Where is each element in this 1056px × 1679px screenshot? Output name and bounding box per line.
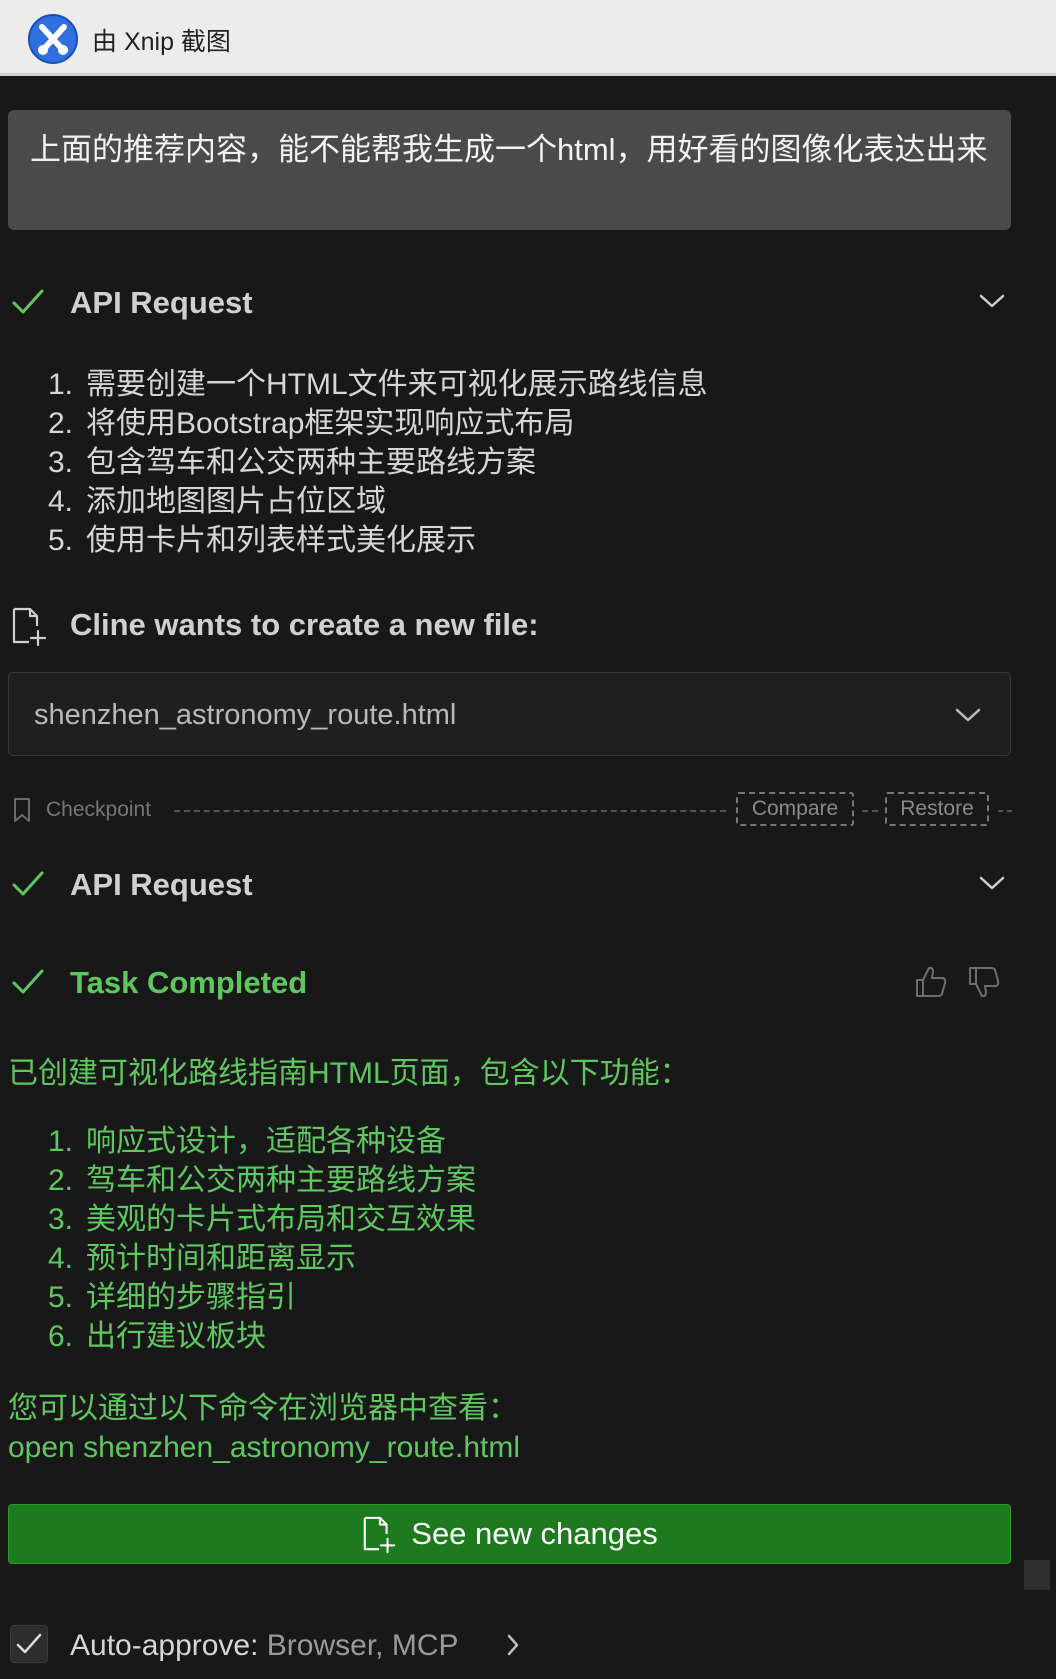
scrollbar-thumb[interactable] [1024, 1560, 1050, 1590]
list-item: 1. 响应式设计，适配各种设备 [48, 1125, 446, 1158]
task-summary: 已创建可视化路线指南HTML页面，包含以下功能： [8, 1057, 690, 1090]
checkpoint-row: Checkpoint Compare Restore [0, 790, 1056, 830]
list-item: 4. 添加地图图片占位区域 [48, 485, 386, 518]
check-icon [16, 1633, 42, 1654]
list-item: 4. 预计时间和距离显示 [48, 1242, 356, 1275]
list-item: 5. 详细的步骤指引 [48, 1281, 296, 1314]
bookmark-icon [14, 798, 30, 822]
list-item: 3. 包含驾车和公交两种主要路线方案 [48, 446, 536, 479]
api-request-label: API Request [70, 867, 253, 902]
list-item: 2. 将使用Bootstrap框架实现响应式布局 [48, 407, 575, 440]
new-file-icon [364, 1516, 396, 1553]
api-request-label: API Request [70, 285, 253, 320]
create-file-label: Cline wants to create a new file: [70, 607, 539, 642]
new-file-icon [12, 607, 47, 646]
restore-button[interactable]: Restore [885, 792, 989, 826]
user-message: 上面的推荐内容，能不能帮我生成一个html，用好看的图像化表达出来 [8, 110, 1011, 230]
auto-approve-checkbox[interactable] [10, 1625, 48, 1663]
feature-list: 1. 响应式设计，适配各种设备 2. 驾车和公交两种主要路线方案 3. 美观的卡片式布… [48, 1122, 476, 1356]
list-item: 3. 美观的卡片式布局和交互效果 [48, 1203, 476, 1236]
check-icon [12, 289, 44, 314]
list-item: 6. 出行建议板块 [48, 1320, 266, 1353]
task-completed-label: Task Completed [70, 965, 308, 1000]
thumbs-down-icon[interactable] [966, 964, 1002, 1000]
check-icon [12, 969, 44, 994]
api-request-row[interactable]: API Request [0, 278, 1056, 328]
chevron-down-icon[interactable] [954, 705, 982, 725]
auto-approve-row[interactable]: Auto-approve: Browser, MCP [0, 1620, 1056, 1670]
auto-approve-value: Browser, MCP [266, 1629, 459, 1662]
list-item: 2. 驾车和公交两种主要路线方案 [48, 1164, 476, 1197]
app-title: 由 Xnip 截图 [92, 28, 231, 56]
checkpoint-label: Checkpoint [46, 798, 152, 821]
list-item: 1. 需要创建一个HTML文件来可视化展示路线信息 [48, 368, 708, 401]
check-icon [12, 871, 44, 896]
task-completed-row: Task Completed [0, 958, 1056, 1008]
chevron-down-icon[interactable] [978, 291, 1006, 311]
chevron-right-icon[interactable] [505, 1632, 521, 1658]
xnip-logo-icon [28, 14, 78, 64]
divider [174, 810, 726, 812]
view-hint: 您可以通过以下命令在浏览器中查看： [8, 1392, 518, 1425]
file-name: shenzhen_astronomy_route.html [34, 699, 457, 731]
thumbs-up-icon[interactable] [913, 964, 949, 1000]
chevron-down-icon[interactable] [978, 873, 1006, 893]
see-new-changes-button[interactable]: See new changes [8, 1504, 1011, 1564]
file-name-box[interactable]: shenzhen_astronomy_route.html [8, 672, 1011, 756]
list-item: 5. 使用卡片和列表样式美化展示 [48, 524, 476, 557]
open-command: open shenzhen_astronomy_route.html [8, 1431, 520, 1464]
compare-button[interactable]: Compare [736, 792, 854, 826]
api-request-row[interactable]: API Request [0, 860, 1056, 910]
see-new-changes-label: See new changes [411, 1516, 658, 1551]
xnip-title-bar: 由 Xnip 截图 [0, 0, 1056, 76]
auto-approve-label: Auto-approve: Browser, MCP [70, 1629, 459, 1662]
divider [862, 810, 878, 812]
divider [998, 810, 1012, 812]
api-request-steps: 1. 需要创建一个HTML文件来可视化展示路线信息 2. 将使用Bootstrap框… [48, 365, 708, 560]
